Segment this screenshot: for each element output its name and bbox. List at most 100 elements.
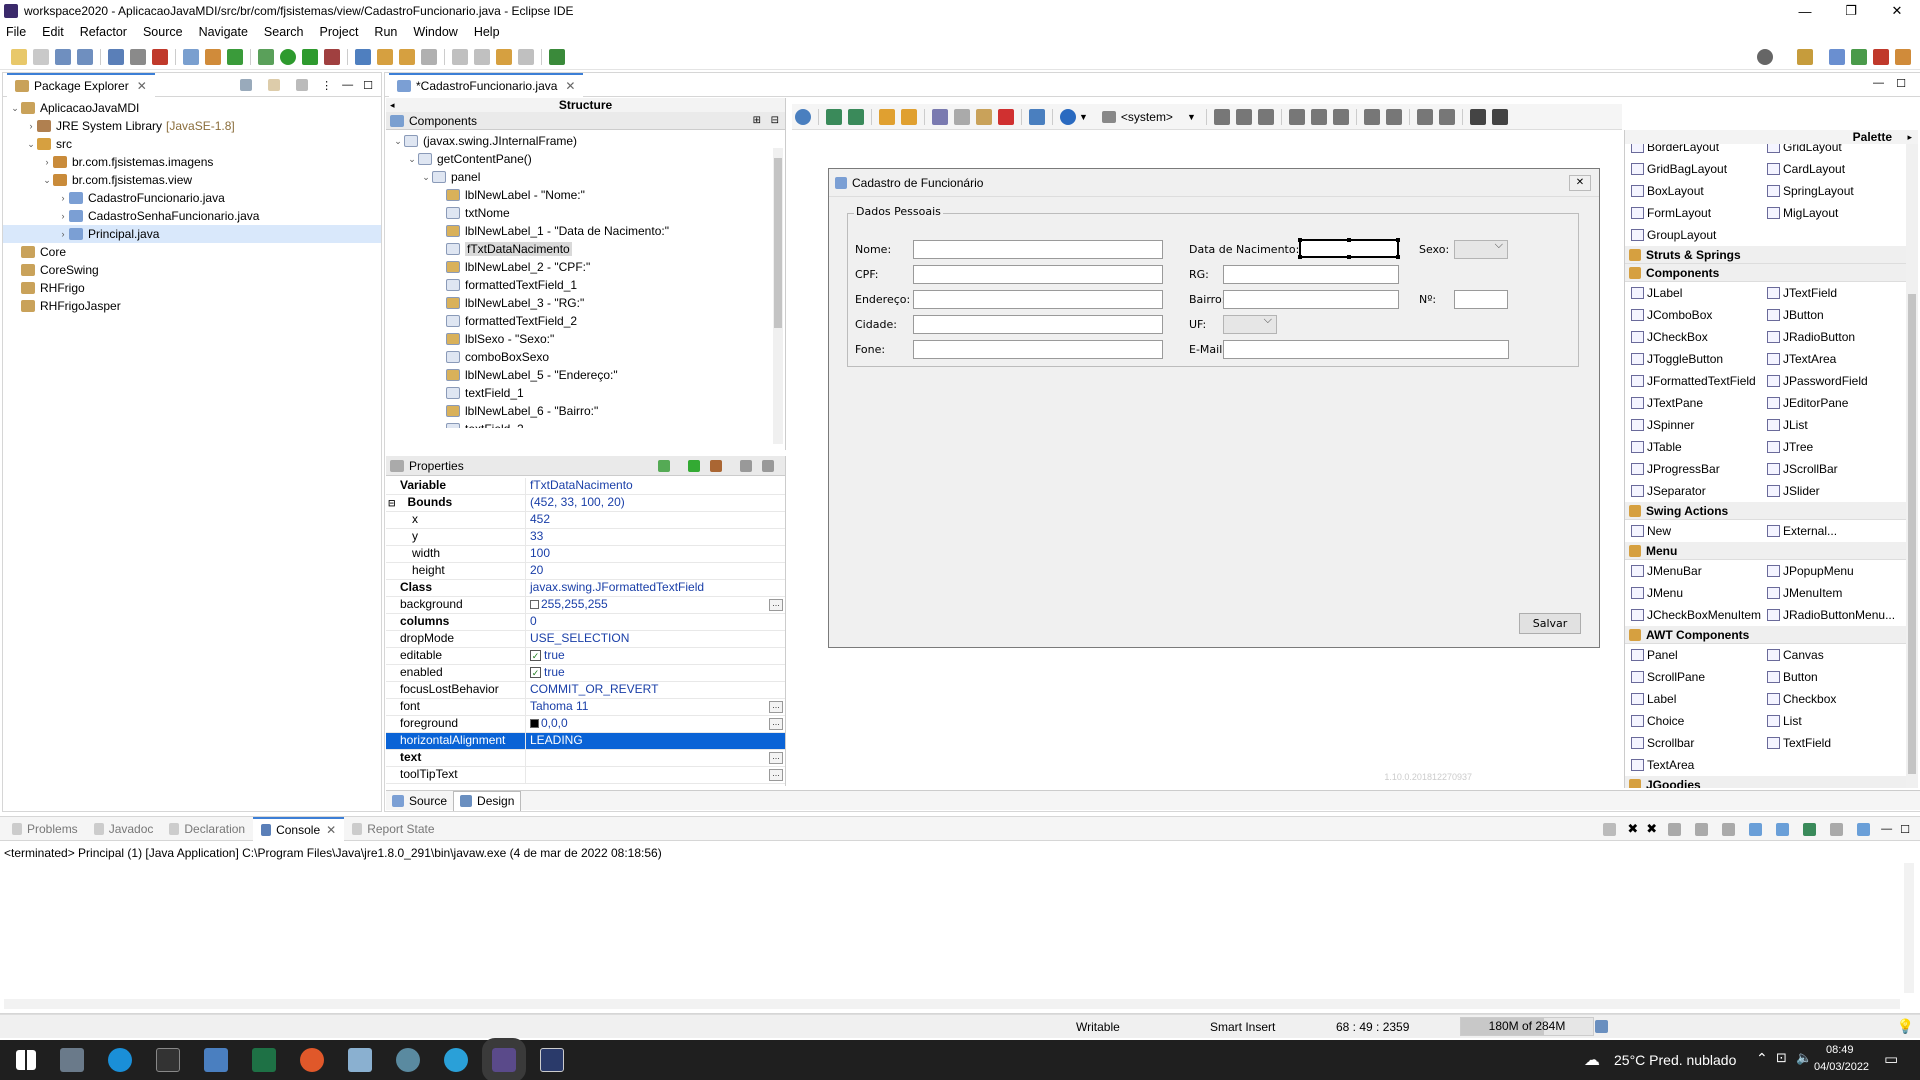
property-row[interactable]: ⊟ Bounds (452, 33, 100, 20) [386, 495, 785, 512]
collapse-all-icon[interactable] [240, 79, 253, 91]
palette-item[interactable]: JTextArea [1767, 348, 1903, 370]
tab-cadastro-funcionario[interactable]: *CadastroFuncionario.java ✕ [389, 72, 584, 97]
edit-property-button[interactable]: … [769, 701, 783, 713]
collapse-all-icon[interactable]: ⊟ [771, 115, 779, 126]
center-horizontal-icon[interactable] [1469, 108, 1486, 125]
debug-perspective-icon[interactable] [1851, 48, 1867, 65]
component-tree-item[interactable]: formattedTextField_2 [386, 312, 785, 330]
edge-icon[interactable] [108, 1048, 132, 1072]
align-right-icon[interactable] [1257, 108, 1274, 125]
calculator-icon[interactable] [204, 1048, 228, 1072]
align-center-icon[interactable] [1235, 108, 1252, 125]
menu-help[interactable]: Help [474, 25, 500, 39]
trash-icon[interactable] [1595, 1020, 1608, 1033]
expand-toggle-icon[interactable]: ⌄ [392, 136, 404, 147]
tab-declaration[interactable]: Declaration [161, 817, 253, 841]
tab-javadoc[interactable]: Javadoc [86, 817, 162, 841]
refresh-design-icon[interactable] [826, 108, 842, 125]
close-button[interactable]: ✕ [1874, 0, 1920, 22]
terminal-icon[interactable] [108, 48, 124, 65]
show-on-stderr-icon[interactable] [1776, 822, 1790, 836]
property-row[interactable]: foreground 0,0,0… [386, 716, 785, 733]
menu-file[interactable]: File [6, 25, 26, 39]
component-tree-item[interactable]: formattedTextField_1 [386, 276, 785, 294]
cpf-field[interactable] [913, 265, 1163, 284]
package-tree-item[interactable]: › CadastroSenhaFuncionario.java [3, 207, 381, 225]
palette-item[interactable]: JMenu [1631, 582, 1767, 604]
console-vscrollbar[interactable] [1904, 863, 1914, 993]
property-row[interactable]: enabled ✓ true [386, 665, 785, 682]
palette-item[interactable]: JTextPane [1631, 392, 1767, 414]
palette-item[interactable]: JTable [1631, 436, 1767, 458]
expand-toggle-icon[interactable]: ⌄ [41, 175, 53, 186]
undo-icon[interactable] [879, 108, 895, 125]
refresh-icon[interactable] [227, 48, 243, 65]
search-icon[interactable] [355, 48, 371, 65]
debug-icon[interactable] [152, 48, 168, 65]
paste-icon[interactable] [976, 108, 992, 125]
excel-icon[interactable] [252, 1048, 276, 1072]
network-icon[interactable]: ⊡ [1776, 1050, 1787, 1066]
property-row[interactable]: editable ✓ true [386, 648, 785, 665]
palette-item[interactable]: JProgressBar [1631, 458, 1767, 480]
lightbulb-icon[interactable]: 💡 [1897, 1018, 1914, 1035]
component-tree-item[interactable]: lblSexo - "Sexo:" [386, 330, 785, 348]
collapse-palette-icon[interactable]: ▸ [1907, 132, 1912, 143]
package-tree-item[interactable]: › Principal.java [3, 225, 381, 243]
palette-item[interactable]: Canvas [1767, 644, 1903, 666]
palette-item[interactable]: JRadioButton [1767, 326, 1903, 348]
expand-toggle-icon[interactable]: ⌄ [406, 154, 418, 165]
data-nacimento-field-selected[interactable] [1298, 238, 1400, 259]
display-console-icon[interactable] [1830, 822, 1844, 836]
uf-combo[interactable] [1223, 314, 1277, 334]
expand-toggle-icon[interactable]: › [57, 211, 69, 221]
palette-category[interactable]: AWT Components [1625, 626, 1918, 644]
expand-all-icon[interactable]: ⊞ [753, 115, 761, 126]
eclipse-taskbar-icon[interactable] [482, 1038, 526, 1080]
palette-item[interactable]: CardLayout [1767, 158, 1903, 180]
volume-icon[interactable]: 🔈 [1796, 1050, 1812, 1066]
link-editor-icon[interactable] [268, 79, 281, 91]
palette-item[interactable]: GroupLayout [1631, 224, 1767, 246]
goto-definition-icon[interactable] [688, 459, 700, 472]
edit-property-button[interactable]: … [769, 599, 783, 611]
palette-item[interactable]: JButton [1767, 304, 1903, 326]
edit-property-button[interactable]: … [769, 752, 783, 764]
palette-item[interactable]: External... [1767, 520, 1903, 542]
terminate-icon[interactable] [1603, 822, 1617, 836]
menu-navigate[interactable]: Navigate [199, 25, 248, 39]
palette-item[interactable]: JTree [1767, 436, 1903, 458]
menu-edit[interactable]: Edit [42, 25, 64, 39]
palette-item[interactable]: BoxLayout [1631, 180, 1767, 202]
same-height-icon[interactable] [1385, 108, 1402, 125]
menu-refactor[interactable]: Refactor [80, 25, 127, 39]
same-width-icon[interactable] [1363, 108, 1380, 125]
menu-run[interactable]: Run [374, 25, 397, 39]
cidade-field[interactable] [913, 315, 1163, 334]
open-folder-icon[interactable] [377, 48, 393, 65]
palette-item[interactable]: Panel [1631, 644, 1767, 666]
view-menu-icon[interactable]: ⋮ [321, 79, 332, 92]
property-row[interactable]: text… [386, 750, 785, 767]
palette-item[interactable]: JRadioButtonMenu... [1767, 604, 1903, 626]
show-on-stdout-icon[interactable] [1749, 822, 1763, 836]
palette-category[interactable]: JGoodies [1625, 776, 1918, 788]
package-tree-item[interactable]: CoreSwing [3, 261, 381, 279]
minimize-view-icon[interactable]: — [1881, 823, 1892, 835]
property-row[interactable]: dropMode USE_SELECTION [386, 631, 785, 648]
test-gui-icon[interactable] [795, 108, 811, 125]
palette-category[interactable]: Menu [1625, 542, 1918, 560]
palette-item[interactable]: Checkbox [1767, 688, 1903, 710]
palette-category[interactable]: Swing Actions [1625, 502, 1918, 520]
prev-annotation-icon[interactable] [474, 48, 490, 65]
nls-icon[interactable] [1029, 108, 1045, 125]
expand-toggle-icon[interactable]: ⌄ [25, 139, 37, 150]
back-icon[interactable] [496, 48, 512, 65]
heap-status[interactable]: 180M of 284M [1460, 1017, 1594, 1036]
palette-item[interactable]: List [1767, 710, 1903, 732]
laf-selector[interactable]: <system> ▼ [1101, 110, 1196, 124]
nome-field[interactable] [913, 240, 1163, 259]
package-tree-item[interactable]: RHFrigoJasper [3, 297, 381, 315]
filter-icon[interactable] [296, 79, 309, 91]
menu-window[interactable]: Window [413, 25, 457, 39]
